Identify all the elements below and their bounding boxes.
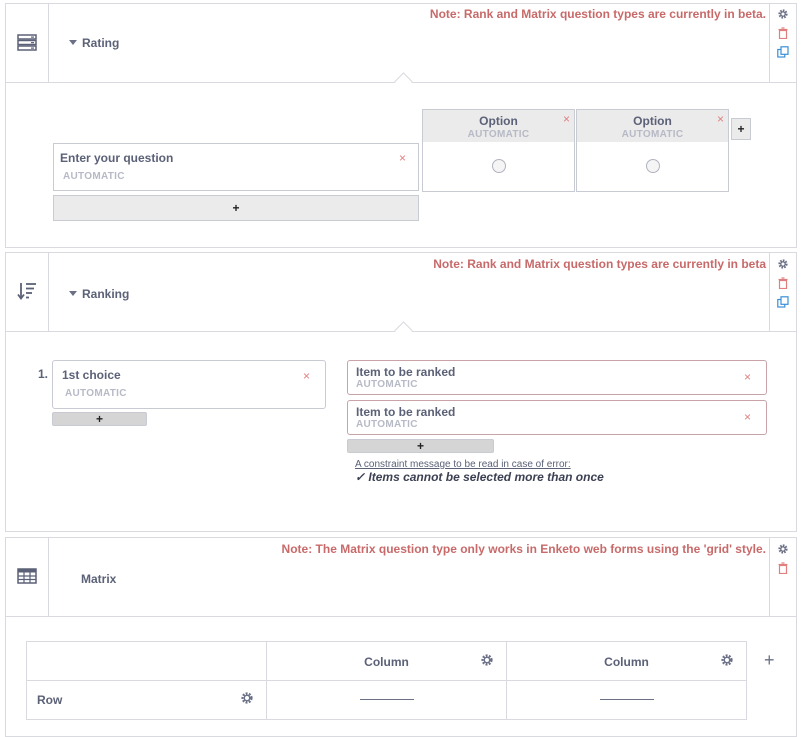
add-column-button[interactable]: + bbox=[764, 650, 775, 671]
rating-type-icon-column bbox=[6, 4, 49, 82]
gear-icon[interactable] bbox=[777, 8, 789, 20]
matrix-corner-cell bbox=[26, 641, 267, 681]
sort-descending-icon bbox=[17, 283, 36, 300]
matrix-question-card: Note: The Matrix question type only work… bbox=[5, 537, 797, 737]
remove-item-button[interactable]: × bbox=[744, 370, 751, 384]
option-automatic: AUTOMATIC bbox=[621, 129, 684, 140]
question-input[interactable]: Enter your question bbox=[60, 151, 173, 165]
gear-icon[interactable] bbox=[480, 653, 494, 667]
column-label: Column bbox=[364, 655, 409, 669]
caret-down-icon bbox=[69, 40, 77, 45]
caret-down-icon bbox=[69, 291, 77, 296]
column-label: Column bbox=[604, 655, 649, 669]
choice-number: 1. bbox=[38, 367, 49, 381]
beta-note: Note: Rank and Matrix question types are… bbox=[429, 7, 766, 21]
option-radio[interactable] bbox=[492, 159, 506, 173]
ranking-choice: 1st choice AUTOMATIC × bbox=[52, 360, 326, 409]
cell-placeholder bbox=[360, 699, 414, 700]
option-label[interactable]: Option bbox=[423, 114, 574, 128]
question-actions bbox=[769, 253, 796, 331]
constraint-message[interactable]: ✓ Items cannot be selected more than onc… bbox=[355, 470, 604, 484]
matrix-cell[interactable] bbox=[266, 680, 507, 720]
gear-icon[interactable] bbox=[720, 653, 734, 667]
choice-automatic: AUTOMATIC bbox=[65, 388, 127, 399]
option-label[interactable]: Option bbox=[577, 114, 728, 128]
option-automatic: AUTOMATIC bbox=[467, 129, 530, 140]
rating-question-row: Enter your question AUTOMATIC × bbox=[53, 143, 419, 191]
matrix-table: Column Column Row bbox=[26, 641, 747, 720]
item-input[interactable]: Item to be ranked bbox=[356, 405, 455, 419]
table-grid-icon bbox=[17, 568, 37, 584]
cell-placeholder bbox=[600, 699, 654, 700]
matrix-header-row: Column Column bbox=[26, 641, 747, 681]
matrix-row-header[interactable]: Row bbox=[26, 680, 267, 720]
beta-note: Note: Rank and Matrix question types are… bbox=[433, 257, 766, 271]
add-choice-button[interactable]: + bbox=[52, 412, 147, 426]
trash-icon[interactable] bbox=[777, 27, 789, 39]
list-rows-icon bbox=[17, 34, 37, 51]
constraint-label: A constraint message to be read in case … bbox=[355, 459, 571, 470]
gear-icon[interactable] bbox=[240, 691, 254, 705]
matrix-cell[interactable] bbox=[506, 680, 747, 720]
rating-option-2: Option AUTOMATIC × bbox=[576, 109, 729, 192]
grid-style-note: Note: The Matrix question type only work… bbox=[281, 542, 766, 556]
question-label-text: Ranking bbox=[82, 287, 130, 301]
matrix-type-icon-column bbox=[6, 538, 49, 616]
item-automatic: AUTOMATIC bbox=[356, 379, 418, 390]
rating-question-card: Note: Rank and Matrix question types are… bbox=[5, 3, 797, 248]
option-radio[interactable] bbox=[646, 159, 660, 173]
remove-question-button[interactable]: × bbox=[399, 151, 406, 165]
ranking-item-1: Item to be ranked AUTOMATIC × bbox=[347, 360, 767, 395]
matrix-column-header[interactable]: Column bbox=[266, 641, 507, 681]
matrix-column-header[interactable]: Column bbox=[506, 641, 747, 681]
rating-header: Note: Rank and Matrix question types are… bbox=[6, 4, 796, 83]
question-label[interactable]: Matrix bbox=[81, 572, 116, 586]
remove-item-button[interactable]: × bbox=[744, 410, 751, 424]
gear-icon[interactable] bbox=[777, 543, 789, 555]
item-input[interactable]: Item to be ranked bbox=[356, 365, 455, 379]
ranking-header: Note: Rank and Matrix question types are… bbox=[6, 253, 796, 332]
matrix-header: Note: The Matrix question type only work… bbox=[6, 538, 796, 617]
question-label-text: Rating bbox=[82, 36, 120, 50]
question-label[interactable]: Ranking bbox=[69, 287, 129, 301]
question-label[interactable]: Rating bbox=[69, 36, 119, 50]
matrix-row: Row bbox=[26, 680, 747, 720]
ranking-item-2: Item to be ranked AUTOMATIC × bbox=[347, 400, 767, 435]
question-actions bbox=[769, 538, 796, 616]
question-actions bbox=[769, 4, 796, 82]
remove-option-button[interactable]: × bbox=[563, 112, 570, 126]
question-automatic: AUTOMATIC bbox=[63, 171, 125, 182]
rating-option-1: Option AUTOMATIC × bbox=[422, 109, 575, 192]
gear-icon[interactable] bbox=[777, 258, 789, 270]
item-automatic: AUTOMATIC bbox=[356, 419, 418, 430]
add-question-button[interactable]: + bbox=[53, 195, 419, 221]
add-item-button[interactable]: + bbox=[347, 439, 494, 453]
ranking-question-card: Note: Rank and Matrix question types are… bbox=[5, 252, 797, 532]
trash-icon[interactable] bbox=[777, 277, 789, 289]
duplicate-icon[interactable] bbox=[777, 296, 789, 308]
row-label: Row bbox=[37, 693, 63, 707]
trash-icon[interactable] bbox=[777, 562, 789, 574]
add-option-button[interactable]: + bbox=[731, 118, 751, 140]
ranking-type-icon-column bbox=[6, 253, 49, 331]
duplicate-icon[interactable] bbox=[777, 46, 789, 58]
remove-choice-button[interactable]: × bbox=[303, 369, 310, 383]
choice-input[interactable]: 1st choice bbox=[62, 368, 121, 382]
remove-option-button[interactable]: × bbox=[717, 112, 724, 126]
